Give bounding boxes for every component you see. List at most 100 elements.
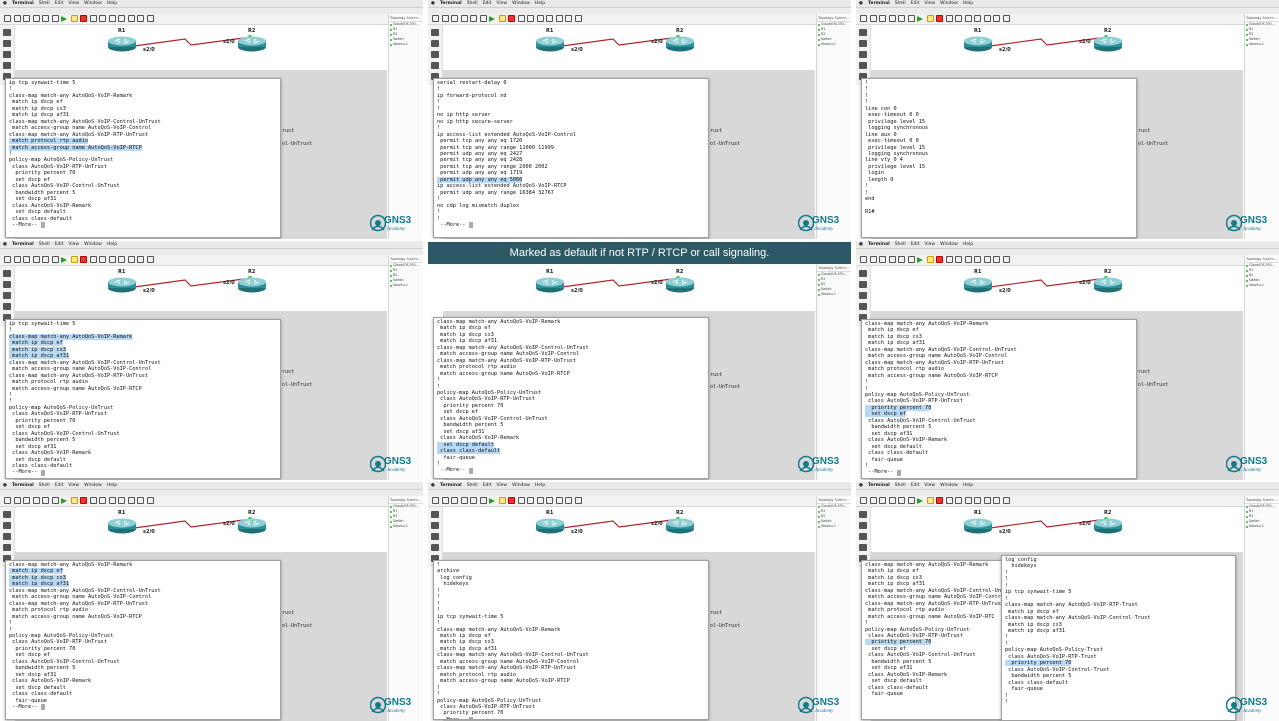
menu-item-window[interactable]: Window	[940, 1, 958, 6]
router-r2[interactable]	[237, 277, 267, 297]
note-icon[interactable]	[955, 256, 962, 263]
zoom-in-icon[interactable]	[555, 15, 563, 22]
menu-item-view[interactable]: View	[68, 483, 79, 488]
camera-icon[interactable]	[146, 15, 154, 22]
ellipse-icon[interactable]	[974, 497, 981, 504]
console-icon[interactable]	[51, 256, 59, 263]
ellipse-icon[interactable]	[546, 15, 553, 22]
rect-icon[interactable]	[108, 15, 116, 22]
menu-item-shell[interactable]: Shell	[895, 242, 906, 247]
menu-item-edit[interactable]: Edit	[483, 1, 492, 6]
rect-icon[interactable]	[536, 497, 544, 504]
apple-icon[interactable]: ●	[859, 242, 863, 247]
save-icon[interactable]	[23, 256, 30, 263]
topology-item[interactable]: Ubuntu-1	[1245, 524, 1279, 529]
router-r1[interactable]	[535, 518, 565, 538]
folder-icon[interactable]	[4, 497, 11, 504]
clock-icon[interactable]	[42, 15, 49, 22]
ellipse-icon[interactable]	[118, 15, 125, 22]
router-icon[interactable]	[431, 511, 439, 518]
camera-icon[interactable]	[146, 497, 154, 504]
note-icon[interactable]	[527, 497, 534, 504]
play-icon[interactable]	[489, 16, 495, 22]
reload-icon[interactable]	[945, 15, 953, 22]
menu-item-shell[interactable]: Shell	[39, 242, 50, 247]
ellipse-icon[interactable]	[546, 497, 553, 504]
router-r2[interactable]	[1093, 36, 1123, 56]
menu-item-shell[interactable]: Shell	[39, 1, 50, 6]
security-icon[interactable]	[859, 544, 867, 551]
menu-item-edit[interactable]: Edit	[55, 242, 64, 247]
apple-icon[interactable]: ●	[859, 483, 863, 488]
menu-item-view[interactable]: View	[496, 483, 507, 488]
ellipse-icon[interactable]	[118, 256, 125, 263]
folder-icon[interactable]	[432, 15, 439, 22]
menu-item-help[interactable]: Help	[107, 242, 117, 247]
clock-icon[interactable]	[898, 497, 905, 504]
link-line[interactable]	[15, 266, 387, 316]
menu-item-help[interactable]: Help	[963, 483, 973, 488]
reload-icon[interactable]	[517, 497, 525, 504]
apple-icon[interactable]: ●	[431, 483, 435, 488]
switch-icon[interactable]	[859, 40, 867, 47]
menu-item-view[interactable]: View	[924, 242, 935, 247]
folder-icon[interactable]	[860, 15, 867, 22]
security-icon[interactable]	[859, 303, 867, 310]
play-icon[interactable]	[489, 498, 495, 504]
save-icon[interactable]	[879, 497, 886, 504]
stop-icon[interactable]	[936, 497, 943, 504]
console-icon[interactable]	[51, 15, 59, 22]
router-r1[interactable]	[963, 518, 993, 538]
menu-item-shell[interactable]: Shell	[39, 483, 50, 488]
camera-icon[interactable]	[1002, 256, 1010, 263]
folder-icon[interactable]	[860, 256, 867, 263]
zoom-in-icon[interactable]	[983, 15, 991, 22]
pause-icon[interactable]	[926, 256, 934, 263]
rect-icon[interactable]	[108, 256, 116, 263]
note-icon[interactable]	[99, 15, 106, 22]
topology-item[interactable]: Ubuntu-1	[389, 524, 423, 529]
stop-icon[interactable]	[80, 256, 87, 263]
clock-icon[interactable]	[898, 15, 905, 22]
router-icon[interactable]	[859, 29, 867, 36]
camera-icon[interactable]	[146, 256, 154, 263]
security-icon[interactable]	[3, 544, 11, 551]
menu-item-terminal[interactable]: Terminal	[868, 483, 890, 488]
topology-item[interactable]: Ubuntu-1	[817, 524, 851, 529]
end-device-icon[interactable]	[3, 533, 11, 540]
apple-icon[interactable]: ●	[3, 1, 7, 6]
pause-icon[interactable]	[70, 15, 78, 22]
menu-item-view[interactable]: View	[68, 1, 79, 6]
end-device-icon[interactable]	[3, 292, 11, 299]
reload-icon[interactable]	[517, 15, 525, 22]
link-line[interactable]	[871, 507, 1243, 557]
topology-item[interactable]: Ubuntu-1	[817, 292, 851, 297]
console-icon[interactable]	[907, 256, 915, 263]
rect-icon[interactable]	[964, 256, 972, 263]
router-r2[interactable]	[1093, 518, 1123, 538]
menu-item-window[interactable]: Window	[84, 1, 102, 6]
rect-icon[interactable]	[964, 15, 972, 22]
folder-icon[interactable]	[4, 15, 11, 22]
stop-icon[interactable]	[80, 15, 87, 22]
snapshot-icon[interactable]	[888, 256, 896, 263]
menu-item-edit[interactable]: Edit	[55, 1, 64, 6]
apple-icon[interactable]: ●	[431, 1, 435, 6]
note-icon[interactable]	[527, 15, 534, 22]
clock-icon[interactable]	[42, 256, 49, 263]
menu-item-window[interactable]: Window	[940, 242, 958, 247]
note-icon[interactable]	[955, 497, 962, 504]
menu-item-terminal[interactable]: Terminal	[12, 242, 34, 247]
topology-item[interactable]: Ubuntu-1	[389, 42, 423, 47]
folder-icon[interactable]	[4, 256, 11, 263]
menu-item-terminal[interactable]: Terminal	[868, 242, 890, 247]
rect-icon[interactable]	[536, 15, 544, 22]
router-r1[interactable]	[963, 277, 993, 297]
play-icon[interactable]	[917, 16, 923, 22]
router-r1[interactable]	[107, 277, 137, 297]
router-r2[interactable]	[1093, 277, 1123, 297]
stop-icon[interactable]	[80, 497, 87, 504]
save-icon[interactable]	[23, 497, 30, 504]
end-device-icon[interactable]	[431, 51, 439, 58]
security-icon[interactable]	[431, 62, 439, 69]
